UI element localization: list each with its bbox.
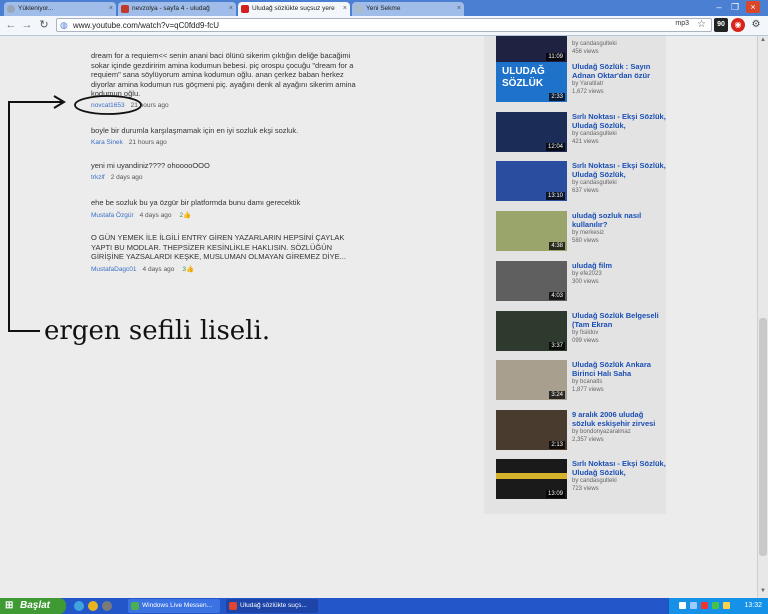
scroll-up-icon[interactable]: ▲ — [759, 37, 767, 46]
arrow-line — [8, 101, 62, 332]
media-quicklaunch-icon[interactable] — [102, 601, 112, 611]
chrome-quicklaunch-icon[interactable] — [88, 601, 98, 611]
start-button[interactable]: ⊞ Başlat — [0, 598, 66, 614]
messenger-icon — [131, 602, 139, 610]
scroll-down-icon[interactable]: ▼ — [759, 588, 767, 597]
taskbar-item-browser[interactable]: Uludağ sözlükte suçs... — [226, 599, 318, 613]
ie-quicklaunch-icon[interactable] — [74, 601, 84, 611]
taskbar-item-messenger[interactable]: Windows Live Messen... — [128, 599, 220, 613]
annotation-text: ergen sefili liseli. — [44, 316, 271, 346]
clock: 13:32 — [744, 602, 762, 609]
start-label: Başlat — [20, 600, 51, 611]
antivirus-icon[interactable] — [701, 602, 708, 609]
task-label: Uludağ sözlükte suçs... — [240, 602, 307, 609]
chrome-icon — [229, 602, 237, 610]
scroll-thumb[interactable] — [759, 318, 767, 556]
task-label: Windows Live Messen... — [142, 602, 213, 609]
update-icon[interactable] — [723, 602, 730, 609]
messenger-tray-icon[interactable] — [712, 602, 719, 609]
circle-mark — [74, 95, 142, 115]
volume-icon[interactable] — [690, 602, 697, 609]
annotation-drawing — [8, 95, 142, 332]
taskbar: ⊞ Başlat Windows Live Messen... Uludağ s… — [0, 598, 768, 614]
network-icon[interactable] — [679, 602, 686, 609]
page-scrollbar[interactable]: ▲ ▼ — [757, 36, 768, 598]
windows-flag-icon: ⊞ — [5, 600, 14, 611]
system-tray: 13:32 — [668, 598, 768, 614]
